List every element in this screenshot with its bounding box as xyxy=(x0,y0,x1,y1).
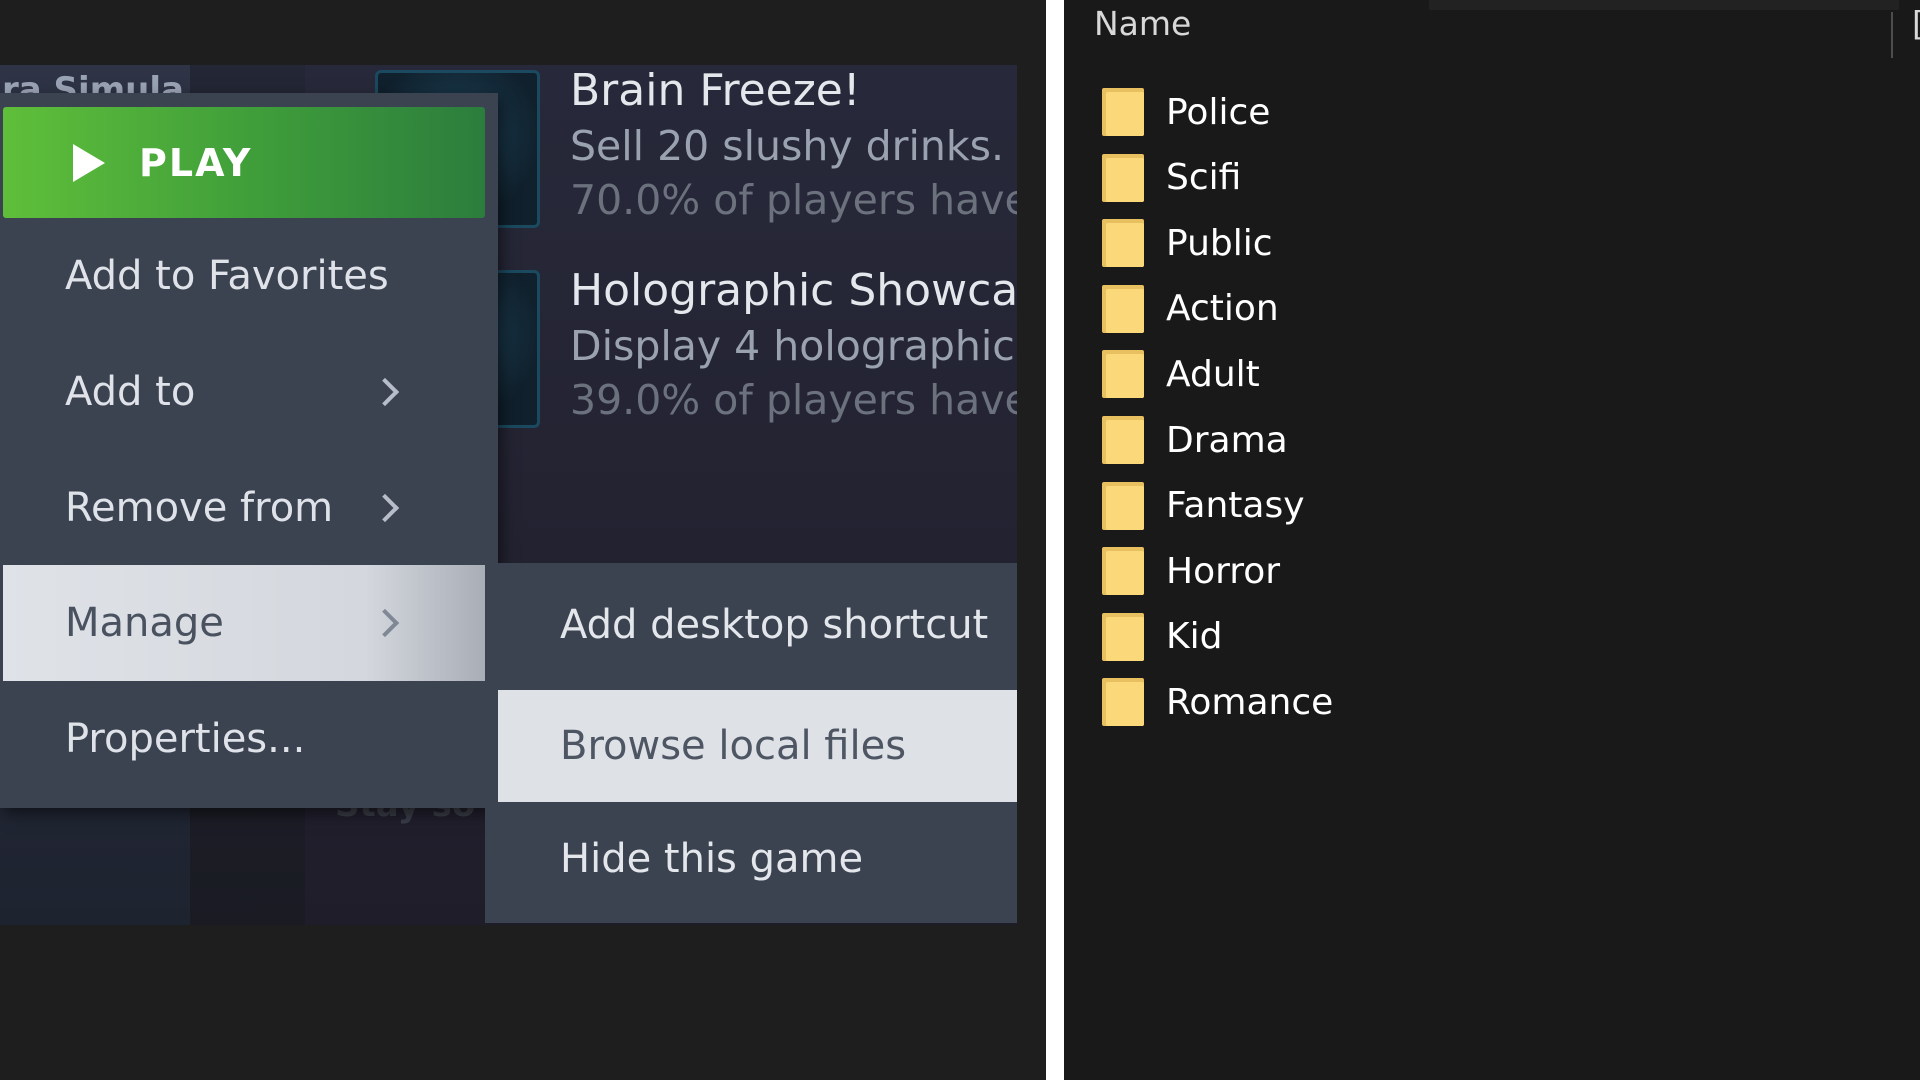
folder-name: Adult xyxy=(1166,353,1260,395)
folder-icon xyxy=(1102,678,1144,727)
folder-item[interactable]: Public3 xyxy=(1102,213,1902,273)
submenu-item-label: Browse local files xyxy=(560,723,907,769)
play-label: PLAY xyxy=(139,140,253,185)
folder-item[interactable]: Drama3 xyxy=(1102,410,1902,470)
panel-divider xyxy=(1046,0,1064,1080)
folder-item[interactable]: Scifi3 xyxy=(1102,148,1902,208)
column-header-name[interactable]: Name xyxy=(1094,4,1191,43)
play-icon xyxy=(73,143,105,182)
menu-item-label: Add to Favorites xyxy=(65,253,389,299)
folder-name: Kid xyxy=(1166,616,1223,658)
menu-item-properties[interactable]: Properties... xyxy=(3,681,485,797)
game-context-menu: PLAY Add to Favorites Add to Remove from… xyxy=(0,93,498,808)
menu-item-remove-from[interactable]: Remove from xyxy=(3,450,485,566)
achievement-description: Sell 20 slushy drinks. xyxy=(570,122,1005,170)
achievement-item: Brain Freeze! Sell 20 slushy drinks. 70.… xyxy=(570,65,1017,224)
submenu-item-browse-local-files[interactable]: Browse local files xyxy=(498,690,1017,802)
chevron-right-icon xyxy=(370,377,400,407)
menu-item-label: Add to xyxy=(65,369,196,415)
submenu-item-hide-this-game[interactable]: Hide this game xyxy=(498,803,1017,915)
folder-icon xyxy=(1102,547,1144,596)
folder-name: Horror xyxy=(1166,550,1281,592)
folder-icon xyxy=(1102,612,1144,661)
manage-submenu: Add desktop shortcut Browse local files … xyxy=(485,563,1017,923)
menu-item-label: Remove from xyxy=(65,485,334,531)
play-button[interactable]: PLAY xyxy=(3,107,485,218)
column-header-next[interactable]: [ xyxy=(1912,4,1920,43)
folder-icon xyxy=(1102,481,1144,530)
folder-item[interactable]: Police4 xyxy=(1102,82,1902,142)
chevron-right-icon xyxy=(370,493,400,523)
achievement-item: Holographic Showca Display 4 holographic… xyxy=(570,265,1017,424)
folder-icon xyxy=(1102,88,1144,136)
folder-name: Drama xyxy=(1166,419,1288,461)
folder-name: Action xyxy=(1166,288,1279,330)
submenu-item-label: Add desktop shortcut xyxy=(560,602,989,648)
menu-item-add-to-favorites[interactable]: Add to Favorites xyxy=(3,218,485,334)
submenu-item-add-desktop-shortcut[interactable]: Add desktop shortcut xyxy=(498,569,1017,681)
menu-item-label: Manage xyxy=(65,600,224,646)
folder-item[interactable]: Horror3 xyxy=(1102,541,1902,601)
folder-item[interactable]: Fantasy3 xyxy=(1102,476,1902,536)
submenu-item-label: Hide this game xyxy=(560,836,864,882)
folder-icon xyxy=(1102,416,1144,464)
chevron-right-icon xyxy=(370,608,400,638)
file-explorer-panel: Name [ Police4Scifi3Public3Action3Adult3… xyxy=(1064,0,1920,1080)
header-bar xyxy=(1429,0,1899,10)
achievement-title: Holographic Showca xyxy=(570,265,1017,316)
menu-item-manage[interactable]: Manage xyxy=(3,565,485,681)
folder-item[interactable]: Kid3 xyxy=(1102,607,1902,667)
folder-item[interactable]: Romance3 xyxy=(1102,672,1902,732)
folder-item[interactable]: Action3 xyxy=(1102,279,1902,339)
folder-icon xyxy=(1102,219,1144,268)
folder-icon xyxy=(1102,350,1144,399)
achievement-percent: 70.0% of players have xyxy=(570,176,1017,224)
folder-name: Public xyxy=(1166,222,1273,264)
folder-name: Scifi xyxy=(1166,157,1242,199)
folder-icon xyxy=(1102,153,1144,202)
folder-name: Police xyxy=(1166,91,1271,133)
folder-icon xyxy=(1102,284,1144,333)
column-separator[interactable] xyxy=(1891,12,1893,58)
achievement-description: Display 4 holographic xyxy=(570,322,1015,370)
folder-name: Romance xyxy=(1166,681,1334,723)
menu-item-add-to[interactable]: Add to xyxy=(3,334,485,450)
achievement-percent: 39.0% of players have xyxy=(570,376,1017,424)
steam-library-panel: ra Simula Stay so Brain Freeze! Sell 20 … xyxy=(0,0,1046,1080)
folder-item[interactable]: Adult3 xyxy=(1102,344,1902,404)
folder-name: Fantasy xyxy=(1166,485,1305,527)
menu-item-label: Properties... xyxy=(65,716,306,762)
achievement-title: Brain Freeze! xyxy=(570,65,861,116)
